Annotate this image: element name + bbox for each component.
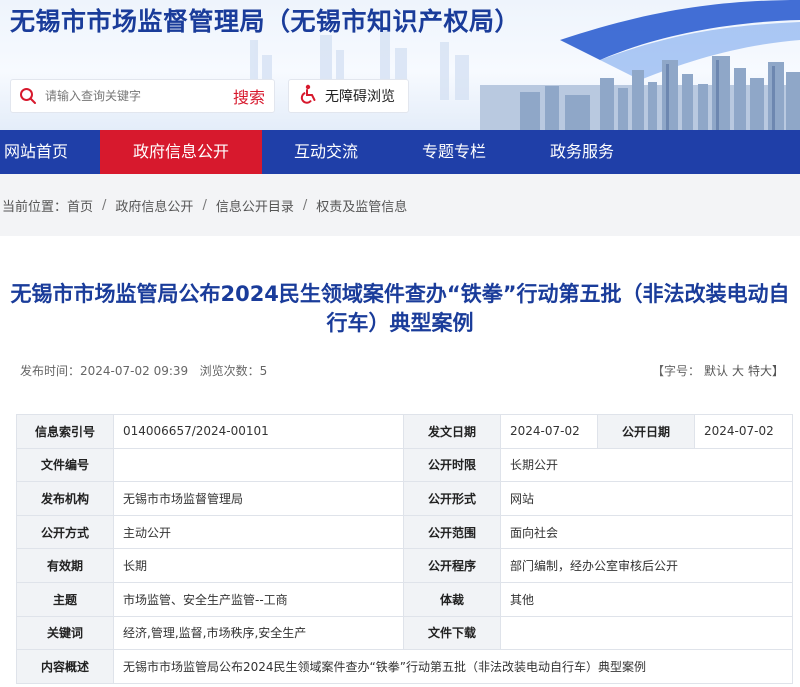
font-size-default[interactable]: 默认 — [704, 364, 728, 378]
breadcrumb-catalog[interactable]: 信息公开目录 — [216, 196, 294, 215]
doc-no-label: 文件编号 — [16, 447, 114, 483]
nav-item-interaction[interactable]: 互动交流 — [262, 130, 390, 174]
publish-info: 发布时间：2024-07-02 09:39 浏览次数：5 — [20, 362, 267, 379]
article-title: 无锡市市场监管局公布2024民生领域案件查办“铁拳”行动第五批（非法改装电动自行… — [10, 282, 790, 335]
open-period-label: 公开时限 — [403, 447, 501, 483]
issuer-value: 无锡市市场监督管理局 — [113, 481, 404, 516]
publish-label: 发布时间： — [20, 364, 81, 378]
validity-label: 有效期 — [16, 548, 114, 583]
search-button[interactable]: 搜索 — [224, 84, 274, 108]
main-nav: 网站首页 政府信息公开 互动交流 专题专栏 政务服务 — [0, 130, 800, 174]
article-meta: 发布时间：2024-07-02 09:39 浏览次数：5 【字号： 默认大特大】 — [0, 362, 800, 382]
keywords-value: 经济,管理,监督,市场秩序,安全生产 — [113, 615, 404, 651]
accessibility-button[interactable]: 无障碍浏览 — [288, 79, 409, 113]
table-row: 关键词 经济,管理,监督,市场秩序,安全生产 文件下载 — [16, 615, 793, 651]
breadcrumb-separator: / — [202, 197, 207, 213]
keywords-label: 关键词 — [16, 615, 114, 651]
table-row: 主题 市场监管、安全生产监管--工商 体裁 其他 — [16, 581, 793, 617]
table-row: 内容概述 无锡市市场监管局公布2024民生领域案件查办“铁拳”行动第五批（非法改… — [16, 649, 793, 684]
open-date-value: 2024-07-02 — [694, 414, 793, 449]
site-header: 无锡市市场监督管理局（无锡市知识产权局） 搜索 无障碍浏览 — [0, 0, 800, 130]
open-scope-label: 公开范围 — [403, 514, 501, 550]
wheelchair-icon — [299, 84, 319, 108]
nav-item-services[interactable]: 政务服务 — [518, 130, 646, 174]
open-method-value: 主动公开 — [113, 514, 404, 550]
font-size-switcher: 【字号： 默认大特大】 — [652, 362, 784, 379]
topic-label: 主题 — [16, 581, 114, 617]
table-row: 文件编号 公开时限 长期公开 — [16, 447, 793, 483]
topic-value: 市场监管、安全生产监管--工商 — [113, 581, 404, 617]
nav-item-topics[interactable]: 专题专栏 — [390, 130, 518, 174]
site-title: 无锡市市场监督管理局（无锡市知识产权局） — [10, 7, 521, 36]
breadcrumb-separator: / — [102, 197, 107, 213]
breadcrumb-current[interactable]: 权责及监管信息 — [316, 196, 407, 215]
open-scope-value: 面向社会 — [500, 514, 793, 550]
validity-value: 长期 — [113, 548, 404, 583]
doc-no-value — [113, 447, 404, 483]
font-size-xlarge[interactable]: 特大】 — [748, 364, 784, 378]
font-size-label: 【字号： — [651, 364, 700, 378]
info-table: 信息索引号 014006657/2024-00101 发文日期 2024-07-… — [16, 414, 793, 684]
search-input[interactable] — [45, 81, 224, 111]
open-proc-label: 公开程序 — [403, 548, 501, 583]
summary-label: 内容概述 — [16, 649, 114, 684]
nav-item-gov-info[interactable]: 政府信息公开 — [100, 130, 262, 174]
index-label: 信息索引号 — [16, 414, 114, 449]
genre-label: 体裁 — [403, 581, 501, 617]
open-form-value: 网站 — [500, 481, 793, 516]
issue-date-value: 2024-07-02 — [500, 414, 598, 449]
search-icon — [11, 80, 45, 112]
download-label: 文件下载 — [403, 615, 501, 651]
open-period-value: 长期公开 — [500, 447, 793, 483]
breadcrumb-home[interactable]: 首页 — [67, 196, 93, 215]
nav-item-home[interactable]: 网站首页 — [0, 130, 72, 174]
search-box: 搜索 — [10, 79, 275, 113]
views-count: 5 — [259, 364, 268, 378]
breadcrumb-gov-info[interactable]: 政府信息公开 — [115, 196, 193, 215]
index-value: 014006657/2024-00101 — [113, 414, 404, 449]
breadcrumb-separator: / — [302, 197, 308, 213]
table-row: 信息索引号 014006657/2024-00101 发文日期 2024-07-… — [16, 414, 793, 449]
issue-date-label: 发文日期 — [403, 414, 501, 449]
views-label: 浏览次数： — [199, 364, 260, 378]
table-row: 有效期 长期 公开程序 部门编制，经办公室审核后公开 — [16, 548, 793, 583]
open-date-label: 公开日期 — [597, 414, 695, 449]
open-method-label: 公开方式 — [16, 514, 114, 550]
summary-value: 无锡市市场监管局公布2024民生领域案件查办“铁拳”行动第五批（非法改装电动自行… — [113, 649, 793, 684]
table-row: 发布机构 无锡市市场监督管理局 公开形式 网站 — [16, 481, 793, 516]
publish-time: 2024-07-02 09:39 — [80, 364, 189, 378]
accessibility-label: 无障碍浏览 — [325, 89, 395, 105]
issuer-label: 发布机构 — [16, 481, 114, 516]
breadcrumb-prefix: 当前位置： — [2, 199, 68, 215]
table-row: 公开方式 主动公开 公开范围 面向社会 — [16, 514, 793, 550]
genre-value: 其他 — [500, 581, 793, 617]
open-form-label: 公开形式 — [403, 481, 501, 516]
font-size-large[interactable]: 大 — [732, 364, 744, 378]
breadcrumb: 当前位置： 首页 / 政府信息公开 / 信息公开目录 / 权责及监管信息 — [0, 174, 800, 236]
open-proc-value: 部门编制，经办公室审核后公开 — [500, 548, 793, 583]
download-value[interactable] — [500, 615, 793, 651]
